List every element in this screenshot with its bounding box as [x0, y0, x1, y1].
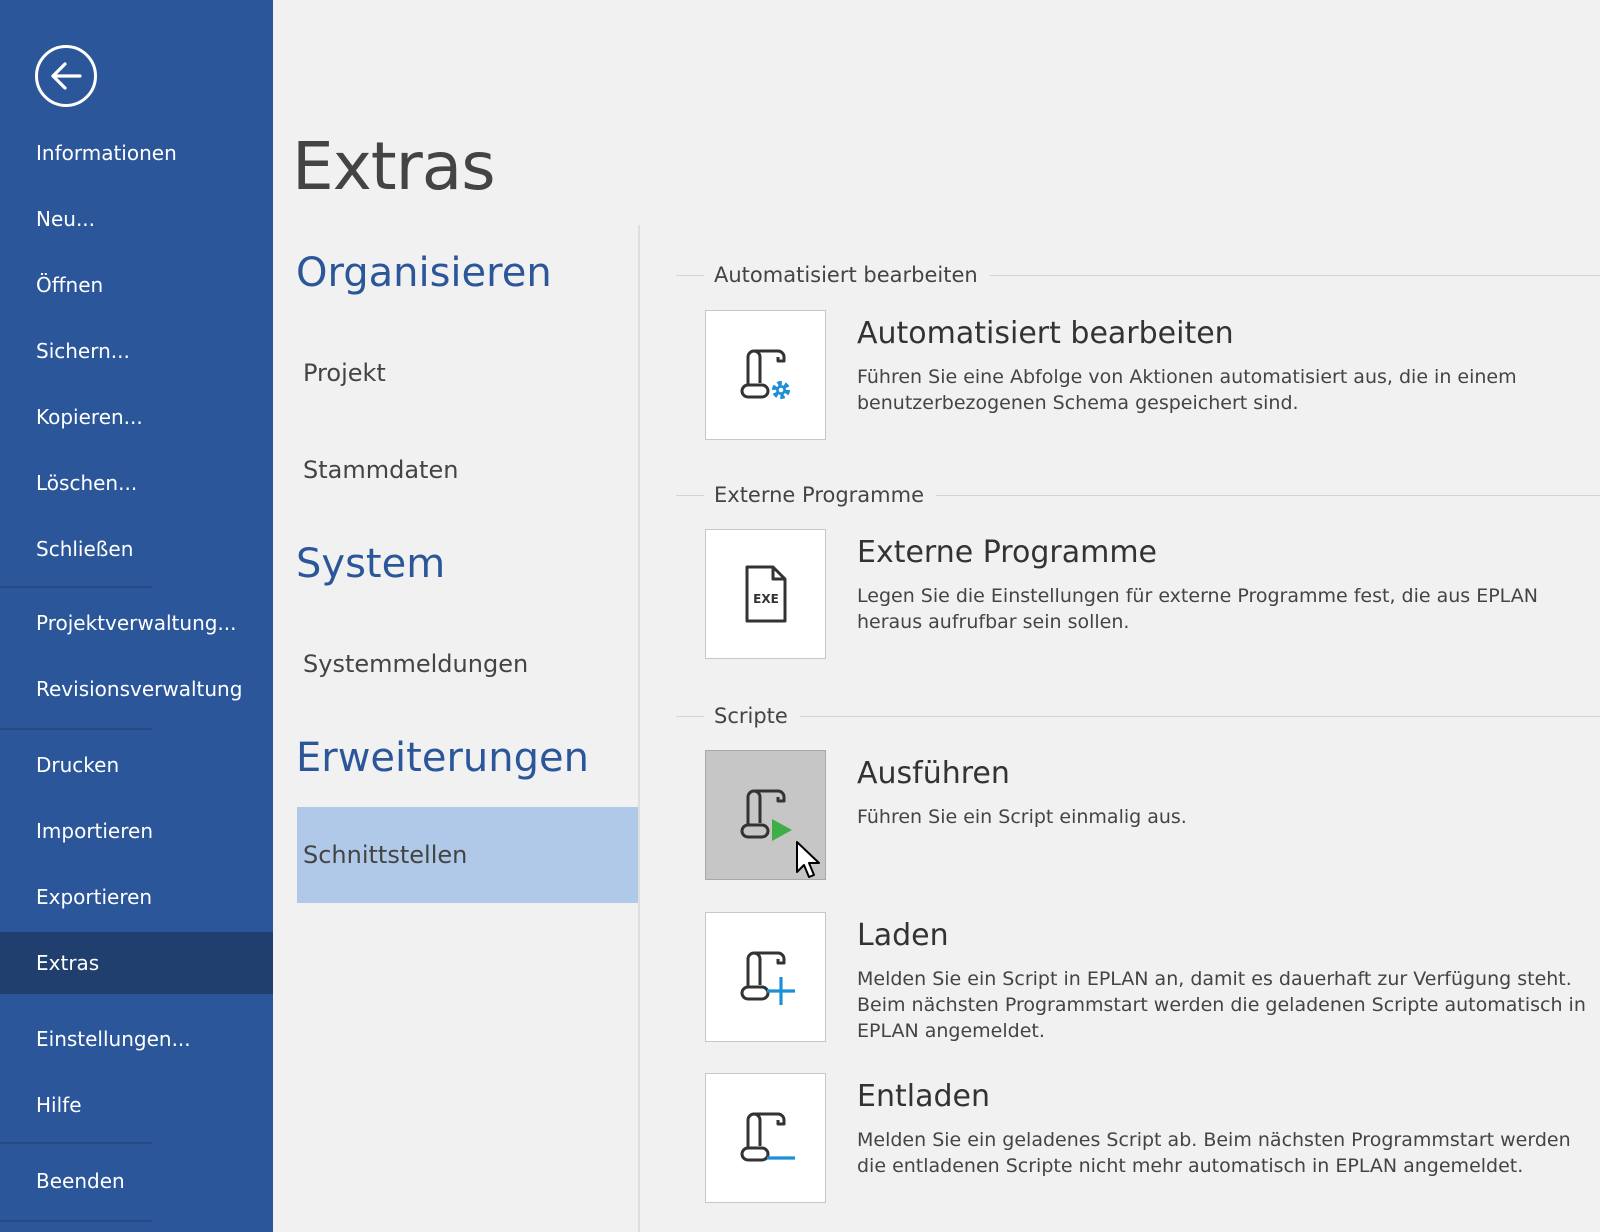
- nav-item-schliessen[interactable]: Schließen: [0, 518, 273, 580]
- category-item-schnittstellen[interactable]: Schnittstellen: [297, 807, 639, 903]
- arrow-left-icon: [51, 62, 82, 90]
- nav-separator: [0, 1142, 152, 1144]
- exe-file-icon: EXE: [745, 565, 786, 623]
- action-title: Externe Programme: [857, 535, 1157, 570]
- group-header-automatisiert: Automatisiert bearbeiten: [676, 260, 1600, 290]
- nav-item-drucken[interactable]: Drucken: [0, 734, 273, 796]
- action-ausfuehren[interactable]: Ausführen Führen Sie ein Script einmalig…: [705, 750, 1585, 880]
- nav-separator: [0, 1220, 152, 1222]
- group-header-scripte: Scripte: [676, 701, 1600, 731]
- back-button[interactable]: [35, 45, 97, 107]
- nav-item-hilfe[interactable]: Hilfe: [0, 1074, 273, 1136]
- group-title: Externe Programme: [714, 483, 924, 507]
- action-entladen[interactable]: Entladen Melden Sie ein geladenes Script…: [705, 1073, 1585, 1203]
- action-tile[interactable]: [705, 912, 826, 1042]
- nav-item-importieren[interactable]: Importieren: [0, 800, 273, 862]
- action-tile[interactable]: [705, 310, 826, 440]
- group-header-line: [989, 274, 1600, 276]
- action-title: Laden: [857, 918, 949, 953]
- group-title: Scripte: [714, 704, 788, 728]
- group-header-line: [799, 715, 1600, 717]
- column-divider: [638, 225, 640, 1232]
- nav-item-sichern[interactable]: Sichern...: [0, 320, 273, 382]
- nav-item-oeffnen[interactable]: Öffnen: [0, 254, 273, 316]
- nav-item-einstellungen[interactable]: Einstellungen...: [0, 1008, 273, 1070]
- category-heading-system: System: [296, 541, 446, 587]
- action-title: Automatisiert bearbeiten: [857, 316, 1234, 351]
- script-run-icon: [740, 789, 792, 841]
- backstage-nav: Informationen Neu... Öffnen Sichern... K…: [0, 0, 273, 1232]
- action-title: Entladen: [857, 1079, 990, 1114]
- nav-separator: [0, 728, 152, 730]
- script-unload-icon: [740, 1112, 795, 1162]
- nav-separator: [0, 586, 152, 588]
- nav-item-revisionsverwaltung[interactable]: Revisionsverwaltung: [0, 658, 273, 720]
- nav-item-exportieren[interactable]: Exportieren: [0, 866, 273, 928]
- nav-item-loeschen[interactable]: Löschen...: [0, 452, 273, 514]
- group-header-line: [676, 715, 704, 717]
- action-description: Führen Sie ein Script einmalig aus.: [857, 806, 1187, 828]
- action-tile[interactable]: [705, 1073, 826, 1203]
- nav-item-extras[interactable]: Extras: [0, 932, 273, 994]
- nav-item-kopieren[interactable]: Kopieren...: [0, 386, 273, 448]
- action-tile[interactable]: EXE: [705, 529, 826, 659]
- action-description: Melden Sie ein geladenes Script ab. Beim…: [857, 1129, 1571, 1177]
- page-title: Extras: [292, 128, 496, 205]
- category-heading-erweiterungen: Erweiterungen: [296, 735, 589, 781]
- group-header-line: [936, 494, 1600, 496]
- action-automatisiert-bearbeiten[interactable]: Automatisiert bearbeiten Führen Sie eine…: [705, 310, 1585, 440]
- group-title: Automatisiert bearbeiten: [714, 263, 978, 287]
- exe-label: EXE: [753, 592, 779, 606]
- category-item-projekt[interactable]: Projekt: [297, 325, 639, 421]
- action-laden[interactable]: Laden Melden Sie ein Script in EPLAN an,…: [705, 912, 1586, 1042]
- nav-item-projektverwaltung[interactable]: Projektverwaltung...: [0, 592, 273, 654]
- action-description: Legen Sie die Einstellungen für externe …: [857, 585, 1538, 633]
- action-title: Ausführen: [857, 756, 1010, 791]
- group-header-externe-programme: Externe Programme: [676, 480, 1600, 510]
- action-externe-programme[interactable]: EXE Externe Programme Legen Sie die Eins…: [705, 529, 1585, 659]
- action-description: Führen Sie eine Abfolge von Aktionen aut…: [857, 366, 1517, 414]
- script-gear-icon: [740, 349, 790, 399]
- script-load-icon: [740, 951, 795, 1005]
- action-tile[interactable]: [705, 750, 826, 880]
- nav-item-beenden[interactable]: Beenden: [0, 1150, 273, 1212]
- category-item-systemmeldungen[interactable]: Systemmeldungen: [297, 616, 639, 712]
- nav-item-informationen[interactable]: Informationen: [0, 122, 273, 184]
- group-header-line: [676, 274, 704, 276]
- category-item-stammdaten[interactable]: Stammdaten: [297, 422, 639, 518]
- nav-item-neu[interactable]: Neu...: [0, 188, 273, 250]
- group-header-line: [676, 494, 704, 496]
- category-heading-organisieren: Organisieren: [296, 250, 552, 296]
- action-description: Melden Sie ein Script in EPLAN an, damit…: [857, 968, 1586, 1042]
